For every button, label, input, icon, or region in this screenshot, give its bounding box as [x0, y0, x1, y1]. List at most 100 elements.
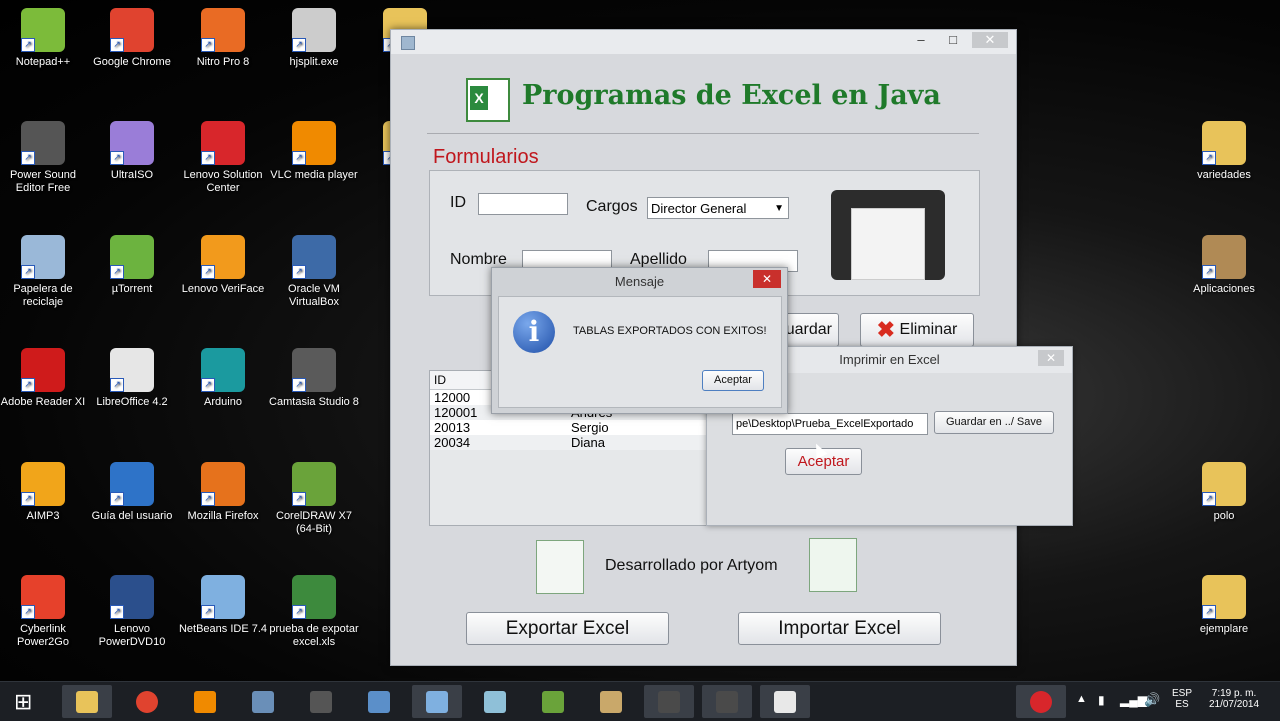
volume-icon[interactable]: 🔊 — [1144, 692, 1160, 708]
maximize-button[interactable]: □ — [940, 32, 966, 48]
chrome-icon — [136, 691, 158, 713]
taskbar-coreldraw[interactable] — [528, 685, 578, 718]
desktop-icon[interactable]: ↗ Lenovo PowerDVD10 — [87, 575, 177, 649]
folder-icon: ↗ — [1202, 462, 1246, 506]
excel-file-icon: ↗ — [292, 575, 336, 619]
taskbar-netbeans[interactable] — [412, 685, 462, 718]
coreldraw-icon: ↗ — [292, 462, 336, 506]
java-app-icon — [401, 36, 415, 50]
desktop-icon[interactable]: ↗ NetBeans IDE 7.4 — [178, 575, 268, 636]
taskbar-chrome[interactable] — [122, 685, 172, 718]
utorrent-icon: ↗ — [110, 235, 154, 279]
shortcut-arrow-icon: ↗ — [21, 151, 35, 165]
taskbar-java[interactable] — [760, 685, 810, 718]
shortcut-arrow-icon: ↗ — [201, 151, 215, 165]
shortcut-arrow-icon: ↗ — [21, 492, 35, 506]
mouse-app-icon — [310, 691, 332, 713]
veriface-icon: ↗ — [201, 235, 245, 279]
desktop-icon-label: Aplicaciones — [1193, 283, 1255, 295]
language-sub-text: ES — [1175, 699, 1189, 710]
desktop-icon-label: Papelera de reciclaje — [13, 283, 73, 308]
desktop-icon[interactable]: ↗ Nitro Pro 8 — [178, 8, 268, 69]
desktop-icon[interactable]: ↗ Notepad++ — [0, 8, 88, 69]
divider — [427, 133, 979, 134]
shortcut-arrow-icon: ↗ — [292, 378, 306, 392]
battery-icon[interactable]: ▮ — [1098, 693, 1105, 707]
save-path-input[interactable]: pe\Desktop\Prueba_ExcelExportado — [732, 413, 928, 435]
tray-expand-icon[interactable]: ▲ — [1076, 693, 1087, 705]
table-row[interactable]: 20034 Diana — [430, 435, 706, 450]
desktop-icon[interactable]: ↗ Papelera de reciclaje — [0, 235, 88, 309]
taskbar-vlc[interactable] — [180, 685, 230, 718]
desktop-icon[interactable]: ↗ polo — [1179, 462, 1269, 523]
desktop-icon[interactable]: ↗ Power Sound Editor Free — [0, 121, 88, 195]
arduino-icon: ↗ — [201, 348, 245, 392]
desktop-icon[interactable]: ↗ Mozilla Firefox — [178, 462, 268, 523]
cargos-select[interactable]: Director General ▼ — [647, 197, 789, 219]
shortcut-arrow-icon: ↗ — [21, 265, 35, 279]
desktop-icon[interactable]: ↗ Guía del usuario — [87, 462, 177, 523]
desktop-icon[interactable]: ↗ AIMP3 — [0, 462, 88, 523]
desktop-icon[interactable]: ↗ Lenovo Solution Center — [178, 121, 268, 195]
guardar-en-button[interactable]: Guardar en ../ Save — [934, 411, 1054, 434]
desktop-icon-label: prueba de expotar excel.xls — [269, 623, 359, 648]
taskbar-paint[interactable] — [586, 685, 636, 718]
desktop-icon[interactable]: ↗ Lenovo VeriFace — [178, 235, 268, 296]
desktop-icon[interactable]: ↗ CorelDRAW X7 (64-Bit) — [269, 462, 359, 536]
message-titlebar: Mensaje ✕ — [492, 268, 787, 296]
importar-excel-button[interactable]: Importar Excel — [738, 612, 941, 645]
desktop-icon[interactable]: ↗ Camtasia Studio 8 — [269, 348, 359, 409]
desktop-icon[interactable]: ↗ variedades — [1179, 121, 1269, 182]
desktop-icon[interactable]: ↗ ejemplare — [1179, 575, 1269, 636]
shortcut-arrow-icon: ↗ — [292, 151, 306, 165]
desktop-icon[interactable]: ↗ hjsplit.exe — [269, 8, 359, 69]
message-title: Mensaje — [614, 274, 665, 289]
desktop-icon[interactable]: ↗ µTorrent — [87, 235, 177, 296]
eliminar-button[interactable]: ✖ Eliminar — [860, 313, 974, 347]
libreoffice-icon: ↗ — [110, 348, 154, 392]
desktop-icon[interactable]: ↗ Oracle VM VirtualBox — [269, 235, 359, 309]
language-indicator[interactable]: ESP ES — [1172, 688, 1192, 710]
imprimir-close-button[interactable]: ✕ — [1038, 350, 1064, 366]
signal-icon[interactable]: ▂▄▆ — [1120, 693, 1147, 707]
close-button[interactable]: ✕ — [972, 32, 1008, 48]
desktop-icon[interactable]: ↗ prueba de expotar excel.xls — [269, 575, 359, 649]
id-input[interactable] — [478, 193, 568, 215]
message-close-button[interactable]: ✕ — [753, 270, 781, 288]
message-dialog: Mensaje ✕ i TABLAS EXPORTADOS CON EXITOS… — [491, 267, 788, 414]
message-body: i TABLAS EXPORTADOS CON EXITOS! Aceptar — [498, 296, 782, 408]
shortcut-arrow-icon: ↗ — [292, 265, 306, 279]
table-row[interactable]: 20013 Sergio — [430, 420, 706, 435]
id-label: ID — [450, 194, 466, 211]
desktop-icon[interactable]: ↗ Cyberlink Power2Go — [0, 575, 88, 649]
desktop-icon-label: NetBeans IDE 7.4 — [178, 623, 268, 635]
taskbar-camtasia-recorder[interactable] — [702, 685, 752, 718]
desktop-icon[interactable]: ↗ LibreOffice 4.2 — [87, 348, 177, 409]
spreadsheet-icon — [809, 538, 857, 592]
desktop-icon[interactable]: ↗ UltraISO — [87, 121, 177, 182]
taskbar-postgres[interactable] — [238, 685, 288, 718]
taskbar-lenovo[interactable] — [1016, 685, 1066, 718]
taskbar-camtasia[interactable] — [644, 685, 694, 718]
exportar-excel-button[interactable]: Exportar Excel — [466, 612, 669, 645]
desktop-icon-label: variedades — [1197, 169, 1251, 181]
desktop-icon[interactable]: ↗ Arduino — [178, 348, 268, 409]
shortcut-arrow-icon: ↗ — [292, 605, 306, 619]
info-icon: i — [513, 311, 555, 353]
cell-name: Diana — [571, 435, 605, 450]
taskbar-explorer[interactable] — [62, 685, 112, 718]
taskbar-app5[interactable] — [296, 685, 346, 718]
folder-document-icon — [831, 190, 945, 280]
clock[interactable]: 7:19 p. m. 21/07/2014 — [1202, 688, 1266, 710]
minimize-button[interactable]: – — [908, 32, 934, 48]
desktop-icon[interactable]: ↗ Google Chrome — [87, 8, 177, 69]
taskbar-photos[interactable] — [354, 685, 404, 718]
desktop-icon-label: UltraISO — [110, 169, 154, 181]
desktop-icon[interactable]: ↗ VLC media player — [269, 121, 359, 182]
desktop-icon[interactable]: ↗ Adobe Reader XI — [0, 348, 88, 409]
clock-date: 21/07/2014 — [1208, 699, 1260, 710]
desktop-icon[interactable]: ↗ Aplicaciones — [1179, 235, 1269, 296]
taskbar-app8[interactable] — [470, 685, 520, 718]
message-ok-button[interactable]: Aceptar — [702, 370, 764, 391]
start-button[interactable]: ⊞ — [0, 685, 50, 718]
